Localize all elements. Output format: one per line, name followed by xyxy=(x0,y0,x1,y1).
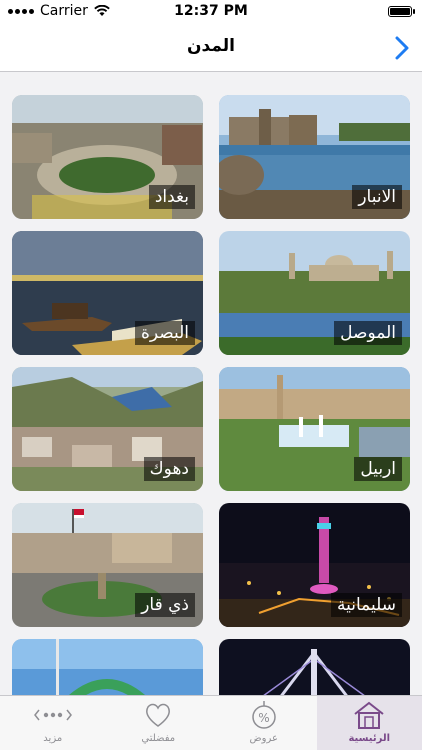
city-name: بغداد xyxy=(148,185,195,209)
battery-icon xyxy=(388,6,415,17)
tab-more[interactable]: مزيد xyxy=(0,696,106,750)
tab-label: الرئيسية xyxy=(348,733,391,744)
city-card-anbar[interactable]: الانبار xyxy=(219,95,410,219)
tab-label: مفضلتي xyxy=(141,733,176,744)
status-bar: Carrier 12:37 PM xyxy=(0,0,422,24)
city-name: اربيل xyxy=(354,457,402,481)
page-title: المدن xyxy=(187,36,235,56)
city-name: دهوك xyxy=(143,457,195,481)
city-card-mosul[interactable]: الموصل xyxy=(219,231,410,355)
tab-favorites[interactable]: مفضلتي xyxy=(106,696,212,750)
tab-label: مزيد xyxy=(43,733,63,744)
city-image-partial-bridge xyxy=(219,639,410,695)
city-card-partial-monument[interactable] xyxy=(12,639,203,695)
city-image-partial-monument xyxy=(12,639,203,695)
home-icon xyxy=(354,701,384,729)
city-card-partial-bridge[interactable] xyxy=(219,639,410,695)
city-grid: الانبار بغداد الموصل البصرة اربيل دهوك س… xyxy=(12,95,410,695)
heart-icon xyxy=(146,703,171,727)
city-card-basra[interactable]: البصرة xyxy=(12,231,203,355)
svg-text:%: % xyxy=(258,711,269,725)
city-card-sulaymaniyah[interactable]: سليمانية xyxy=(219,503,410,627)
tab-offers[interactable]: % عروض xyxy=(211,696,317,750)
city-name: الانبار xyxy=(352,185,402,209)
city-card-erbil[interactable]: اربيل xyxy=(219,367,410,491)
chevron-right-icon xyxy=(395,36,409,60)
percent-badge-icon: % xyxy=(252,701,276,729)
tab-label: عروض xyxy=(249,733,278,744)
tab-home[interactable]: الرئيسية xyxy=(316,696,422,750)
status-time: 12:37 PM xyxy=(174,3,248,19)
city-name: الموصل xyxy=(334,321,402,345)
city-name: ذي قار xyxy=(135,593,195,617)
city-name: البصرة xyxy=(134,321,195,345)
more-dots-icon xyxy=(33,709,72,721)
city-card-dhiqar[interactable]: ذي قار xyxy=(12,503,203,627)
back-button[interactable] xyxy=(390,34,414,62)
city-name: سليمانية xyxy=(331,593,402,617)
tab-bar: الرئيسية % عروض مفضلتي مزيد xyxy=(0,695,422,750)
city-card-baghdad[interactable]: بغداد xyxy=(12,95,203,219)
navigation-bar: المدن xyxy=(0,24,422,72)
city-card-duhok[interactable]: دهوك xyxy=(12,367,203,491)
